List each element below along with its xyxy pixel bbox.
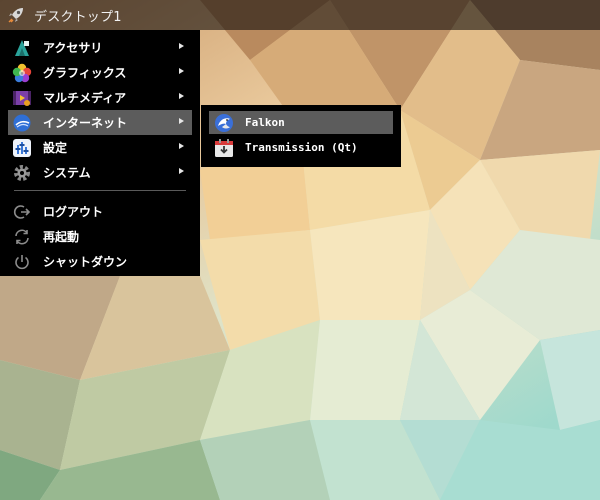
menu-item-accessories[interactable]: アクセサリ: [8, 35, 192, 60]
transmission-icon: [214, 138, 234, 158]
logout-icon: [11, 201, 33, 223]
submenu-arrow-icon: [179, 43, 184, 49]
menu-item-logout[interactable]: ログアウト: [8, 199, 192, 224]
submenu-arrow-icon: [179, 93, 184, 99]
reboot-icon: [11, 226, 33, 248]
menu-item-reboot[interactable]: 再起動: [8, 224, 192, 249]
menu-label: マルチメディア: [43, 91, 127, 105]
submenu-label: Transmission (Qt): [245, 141, 358, 154]
menu-item-system[interactable]: システム: [8, 160, 192, 185]
menu-label: 再起動: [43, 230, 80, 244]
menu-label: アクセサリ: [43, 41, 103, 55]
desktop-title[interactable]: デスクトップ1: [34, 6, 122, 25]
menu-label: ログアウト: [43, 205, 104, 219]
menu-label: 設定: [43, 141, 68, 155]
menu-separator: [14, 190, 186, 191]
menu-item-settings[interactable]: 設定: [8, 135, 192, 160]
shutdown-icon: [11, 251, 33, 273]
submenu-arrow-icon: [179, 68, 184, 74]
multimedia-icon: [11, 87, 33, 109]
internet-submenu: Falkon Transmission (Qt): [201, 105, 401, 167]
settings-icon: [11, 137, 33, 159]
submenu-label: Falkon: [245, 116, 285, 129]
submenu-item-falkon[interactable]: Falkon: [209, 111, 393, 134]
graphics-icon: [11, 62, 33, 84]
menu-label: シャットダウン: [43, 255, 128, 269]
menu-label: グラフィックス: [43, 66, 127, 80]
menu-item-shutdown[interactable]: シャットダウン: [8, 249, 192, 274]
menu-item-multimedia[interactable]: マルチメディア: [8, 85, 192, 110]
submenu-arrow-icon: [179, 118, 184, 124]
accessories-icon: [11, 37, 33, 59]
submenu-arrow-icon: [179, 143, 184, 149]
submenu-item-transmission[interactable]: Transmission (Qt): [209, 136, 393, 159]
menu-label: システム: [43, 166, 91, 180]
menu-item-internet[interactable]: インターネット: [8, 110, 192, 135]
application-menu: アクセサリ グラフィックス マルチメディア インターネット 設定 システム ログ…: [0, 30, 200, 276]
submenu-arrow-icon: [179, 168, 184, 174]
menu-label: インターネット: [43, 116, 128, 130]
internet-icon: [11, 112, 33, 134]
top-panel: デスクトップ1: [0, 0, 600, 30]
rocket-icon[interactable]: [6, 5, 26, 25]
falkon-icon: [214, 113, 234, 133]
menu-item-graphics[interactable]: グラフィックス: [8, 60, 192, 85]
system-icon: [11, 162, 33, 184]
